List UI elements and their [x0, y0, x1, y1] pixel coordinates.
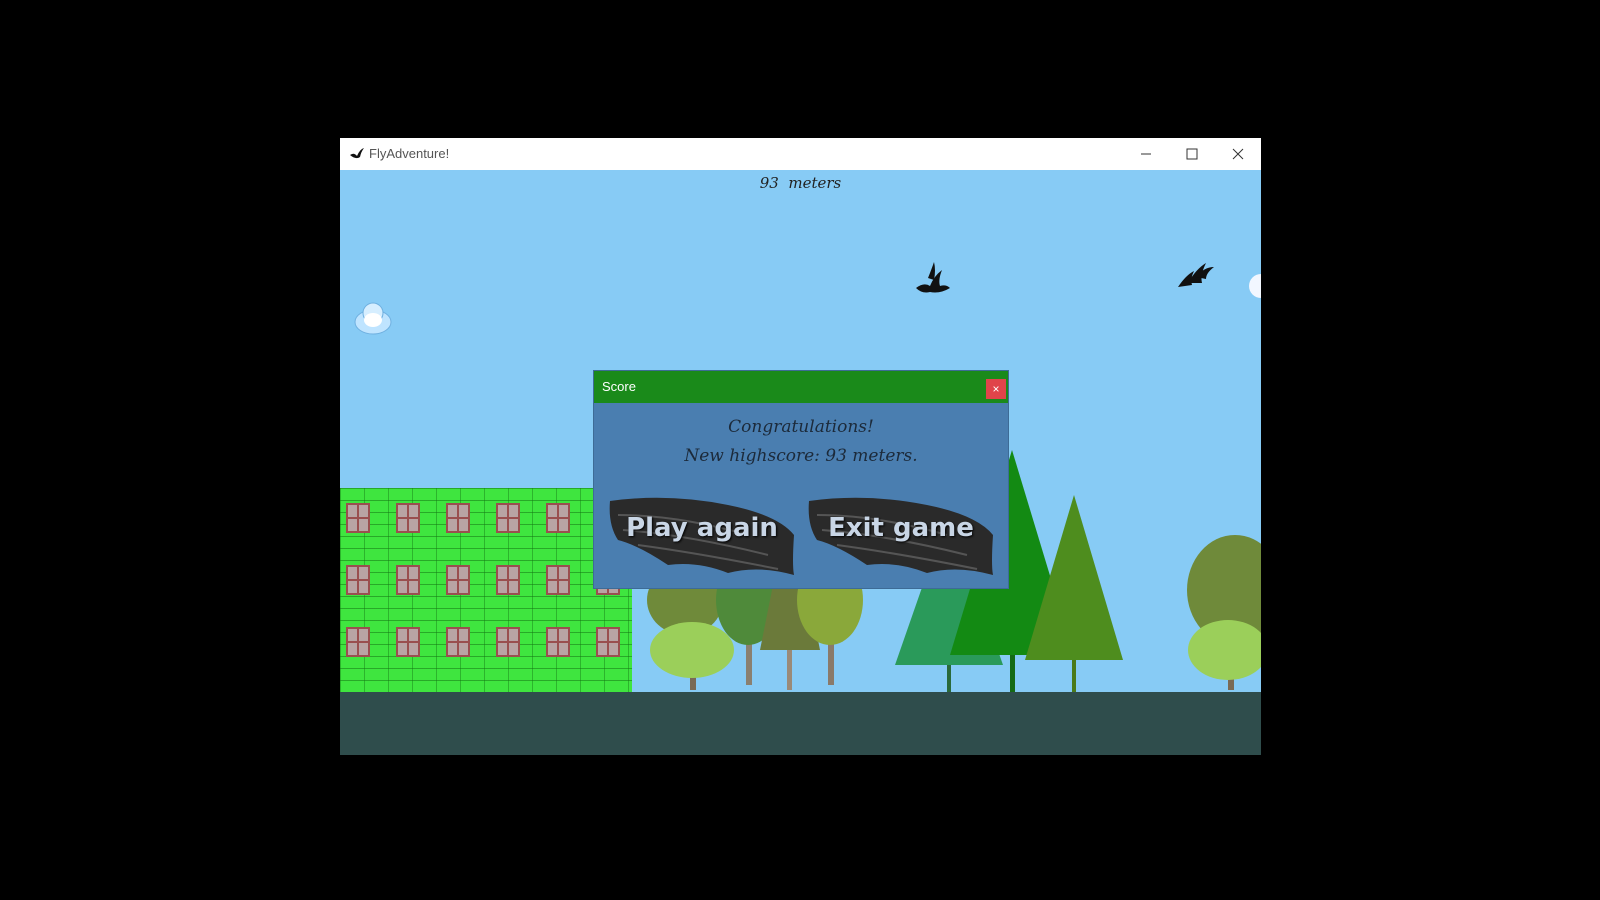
ground: [340, 692, 1261, 755]
cloud-icon: [354, 302, 392, 335]
building-window: [396, 565, 420, 595]
congrats-text: Congratulations!: [728, 417, 874, 437]
score-dialog: Score × Congratulations! New highscore: …: [593, 370, 1009, 589]
window-title: FlyAdventure!: [369, 146, 450, 161]
title-bar[interactable]: FlyAdventure!: [340, 138, 1261, 170]
close-button[interactable]: [1215, 138, 1261, 170]
building-window: [596, 627, 620, 657]
dialog-close-button[interactable]: ×: [986, 379, 1006, 399]
distance-unit: meters: [788, 174, 842, 192]
building-window: [546, 627, 570, 657]
play-again-button[interactable]: Play again: [608, 495, 796, 575]
maximize-button[interactable]: [1169, 138, 1215, 170]
bird-flock-icon: [916, 262, 950, 293]
app-window: FlyAdventure! 93 meters Score × Congratu…: [340, 138, 1261, 755]
game-canvas[interactable]: 93 meters Score × Congratulations! New h…: [340, 170, 1261, 755]
building-window: [446, 627, 470, 657]
tree: [1187, 535, 1261, 690]
building-window: [346, 627, 370, 657]
minimize-icon: [1141, 153, 1151, 155]
building-window: [496, 565, 520, 595]
highscore-text: New highscore: 93 meters.: [684, 446, 918, 466]
building-window: [496, 503, 520, 533]
exit-game-label: Exit game: [828, 513, 974, 543]
brick-building: [340, 488, 632, 693]
building-window: [496, 627, 520, 657]
building-window: [346, 565, 370, 595]
building-window: [446, 565, 470, 595]
building-window: [446, 503, 470, 533]
exit-game-button[interactable]: Exit game: [807, 495, 995, 575]
bird-flock-icon: [1178, 263, 1214, 287]
maximize-icon: [1186, 148, 1198, 160]
distance-readout: 93 meters: [340, 174, 1261, 192]
building-window: [346, 503, 370, 533]
building-window: [396, 503, 420, 533]
distance-value: 93: [759, 174, 779, 192]
dialog-title: Score: [602, 379, 636, 394]
building-window: [396, 627, 420, 657]
building-window: [546, 565, 570, 595]
dialog-title-bar[interactable]: Score ×: [594, 371, 1008, 403]
cloud-icon: [1249, 274, 1261, 298]
bird-icon: [350, 148, 364, 159]
building-window: [546, 503, 570, 533]
close-icon: [1232, 148, 1244, 160]
minimize-button[interactable]: [1123, 138, 1169, 170]
play-again-label: Play again: [626, 513, 778, 543]
